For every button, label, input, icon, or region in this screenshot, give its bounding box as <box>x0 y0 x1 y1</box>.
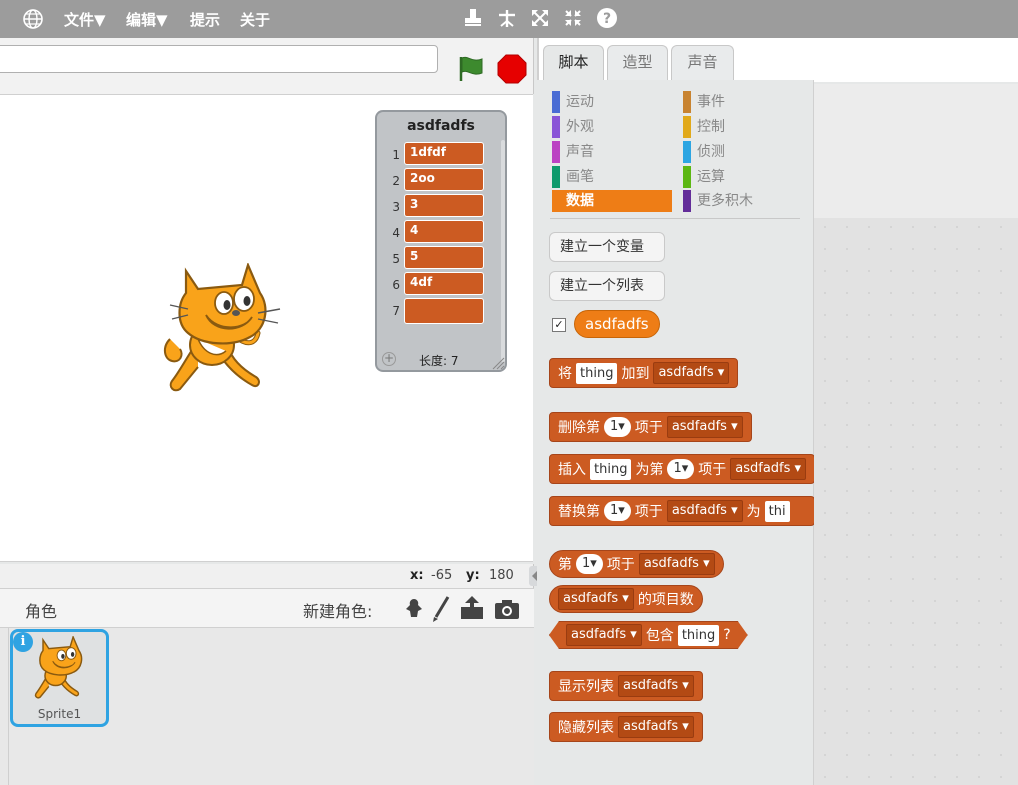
choose-sprite-library-icon[interactable] <box>402 597 426 621</box>
make-variable-button[interactable]: 建立一个变量 <box>549 232 665 262</box>
category-data[interactable]: 数据 <box>552 190 672 212</box>
sprite-pane-title: 角色 <box>25 602 58 621</box>
sprite-name: Sprite1 <box>37 707 82 721</box>
index-dropdown[interactable]: 1▾ <box>667 459 695 479</box>
new-sprite-label: 新建角色: <box>303 602 373 621</box>
category-events[interactable]: 事件 <box>683 91 803 113</box>
list-item[interactable]: 3 <box>404 194 484 217</box>
list-index: 3 <box>392 200 400 214</box>
category-sound[interactable]: 声音 <box>552 141 672 163</box>
list-index: 2 <box>392 174 400 188</box>
x-value: -65 <box>431 568 453 583</box>
mouse-coordinates: x: -65 y: 180 <box>0 564 534 588</box>
menu-tips[interactable]: 提示 <box>190 9 220 30</box>
list-dropdown[interactable]: asdfadfs ▾ <box>558 588 634 610</box>
list-dropdown[interactable]: asdfadfs ▾ <box>730 458 807 480</box>
y-value: 180 <box>489 568 514 583</box>
sprite-divider <box>8 628 9 785</box>
length-of-list-reporter[interactable]: asdfadfs ▾ 的项目数 <box>549 585 703 613</box>
list-scrollbar[interactable] <box>501 140 505 362</box>
index-dropdown[interactable]: 1▾ <box>604 417 631 437</box>
stamp-icon[interactable] <box>462 7 484 29</box>
script-area-top <box>814 84 1018 218</box>
list-dropdown[interactable]: asdfadfs ▾ <box>666 500 743 522</box>
list-index: 1 <box>392 148 400 162</box>
fullscreen-icon[interactable] <box>562 7 584 29</box>
replace-item-block[interactable]: 替换第 1▾ 项于 asdfadfs ▾ 为 thi <box>549 496 815 526</box>
sprite-thumbnail[interactable]: i Sprite1 <box>10 629 109 727</box>
show-list-block[interactable]: 显示列表 asdfadfs ▾ <box>549 671 703 701</box>
menu-bar: 文件▼ 编辑▼ 提示 关于 ? <box>0 0 1018 38</box>
list-dropdown[interactable]: asdfadfs ▾ <box>618 716 694 738</box>
list-monitor[interactable]: asdfadfs 1 1dfdf 2 2oo 3 3 4 4 5 5 6 4df… <box>375 110 507 372</box>
block-text-slot[interactable]: thing <box>678 625 719 646</box>
category-sensing[interactable]: 侦测 <box>683 141 803 163</box>
green-flag-icon[interactable] <box>456 54 484 82</box>
paint-sprite-icon[interactable] <box>430 595 452 623</box>
block-text-slot[interactable]: thing <box>576 362 618 384</box>
block-text-slot[interactable]: thi <box>764 500 790 522</box>
index-dropdown[interactable]: 1▾ <box>576 554 603 574</box>
list-item[interactable]: 2oo <box>404 168 484 191</box>
category-divider <box>550 218 800 219</box>
list-dropdown[interactable]: asdfadfs ▾ <box>566 624 642 646</box>
language-globe-icon[interactable] <box>22 8 44 30</box>
list-item[interactable] <box>404 298 484 324</box>
list-reporter-block[interactable]: asdfadfs <box>574 310 660 338</box>
svg-text:?: ? <box>603 11 611 27</box>
category-motion[interactable]: 运动 <box>552 91 672 113</box>
delete-of-list-block[interactable]: 删除第 1▾ 项于 asdfadfs ▾ <box>549 412 752 442</box>
list-length: 长度: 7 <box>419 354 459 368</box>
y-label: y: <box>466 568 480 583</box>
index-dropdown[interactable]: 1▾ <box>604 501 631 521</box>
menu-about[interactable]: 关于 <box>240 9 270 30</box>
item-of-list-reporter[interactable]: 第 1▾ 项于 asdfadfs ▾ <box>549 550 724 578</box>
category-operators[interactable]: 运算 <box>683 166 803 188</box>
insert-at-list-block[interactable]: 插入 thing 为第 1▾ 项于 asdfadfs ▾ <box>549 454 815 484</box>
stage-toolbar <box>0 38 534 94</box>
list-index: 5 <box>392 252 400 266</box>
grow-icon[interactable] <box>529 7 551 29</box>
list-item[interactable]: 1dfdf <box>404 142 484 165</box>
sprite-thumbnail-image <box>29 634 91 702</box>
menu-file[interactable]: 文件▼ <box>64 9 106 30</box>
list-dropdown[interactable]: asdfadfs ▾ <box>653 362 730 384</box>
category-more-blocks[interactable]: 更多积木 <box>683 190 803 212</box>
x-label: x: <box>410 568 424 583</box>
list-index: 6 <box>392 278 400 292</box>
project-title-input[interactable] <box>0 45 438 73</box>
category-looks[interactable]: 外观 <box>552 116 672 138</box>
category-control[interactable]: 控制 <box>683 116 803 138</box>
list-item[interactable]: 4df <box>404 272 484 295</box>
list-item[interactable]: 5 <box>404 246 484 269</box>
list-index: 4 <box>392 226 400 240</box>
tab-scripts[interactable]: 脚本 <box>543 45 604 83</box>
list-dropdown[interactable]: asdfadfs ▾ <box>666 416 743 438</box>
add-item-icon[interactable]: + <box>382 352 396 366</box>
sprite-pane-header: 角色 新建角色: <box>0 588 534 628</box>
list-dropdown[interactable]: asdfadfs ▾ <box>638 553 715 575</box>
shrink-icon[interactable] <box>496 7 518 29</box>
menu-edit[interactable]: 编辑▼ <box>126 9 168 30</box>
camera-sprite-icon[interactable] <box>493 597 521 621</box>
hide-list-block[interactable]: 隐藏列表 asdfadfs ▾ <box>549 712 703 742</box>
list-monitor-title: asdfadfs <box>407 118 475 134</box>
scratch-cat-sprite[interactable] <box>158 261 284 399</box>
tab-sounds[interactable]: 声音 <box>671 45 734 81</box>
category-pen[interactable]: 画笔 <box>552 166 672 188</box>
stop-icon[interactable] <box>497 54 527 84</box>
block-text-slot[interactable]: thing <box>590 458 632 480</box>
upload-sprite-icon[interactable] <box>459 595 485 621</box>
list-visible-checkbox[interactable]: ✓ <box>552 318 566 332</box>
list-dropdown[interactable]: asdfadfs ▾ <box>618 675 694 697</box>
list-index: 7 <box>392 304 400 318</box>
add-to-list-block[interactable]: 将 thing 加到 asdfadfs ▾ <box>549 358 739 388</box>
make-list-button[interactable]: 建立一个列表 <box>549 271 665 301</box>
help-icon[interactable]: ? <box>596 7 618 29</box>
list-contains-boolean[interactable]: asdfadfs ▾ 包含 thing? <box>549 621 748 649</box>
resize-handle-icon[interactable] <box>491 356 505 370</box>
list-item[interactable]: 4 <box>404 220 484 243</box>
tab-costumes[interactable]: 造型 <box>607 45 668 81</box>
